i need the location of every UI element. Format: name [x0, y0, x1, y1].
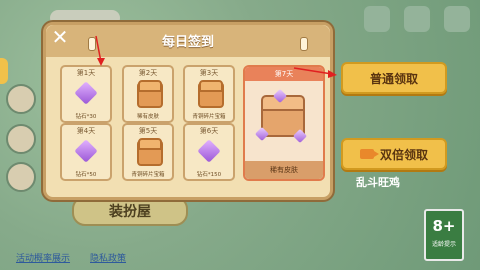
- close-icon[interactable]: ✕: [51, 27, 69, 47]
- day-label: 第5天: [138, 127, 158, 135]
- gem-icon: [74, 81, 98, 105]
- normal-claim-label: 普通领取: [369, 71, 418, 86]
- day-card-1[interactable]: 第1天 钻石*30: [60, 65, 112, 123]
- avatar[interactable]: [6, 162, 36, 192]
- topbar-icon[interactable]: [404, 6, 430, 32]
- day-reward: 稀有皮肤: [136, 114, 159, 120]
- big-chest-area: [245, 81, 323, 161]
- double-claim-button[interactable]: 双倍领取: [341, 138, 447, 170]
- day-reward: 钻石*30: [75, 114, 97, 120]
- day-reward: 稀有皮肤: [245, 161, 323, 179]
- topbar-icon[interactable]: [444, 6, 470, 32]
- topbar-icons: [364, 6, 470, 32]
- scroll-hook: [88, 37, 96, 51]
- day-label: 第2天: [138, 69, 158, 77]
- day-label: 第6天: [199, 127, 219, 135]
- day-reward: 钻石*150: [196, 172, 222, 178]
- chest-icon: [198, 80, 224, 108]
- fight-mode-label: 乱斗旺鸡: [356, 176, 400, 189]
- day-label: 第1天: [76, 69, 96, 77]
- privacy-policy-link[interactable]: 隐私政策: [90, 251, 126, 264]
- left-tab[interactable]: [0, 58, 8, 84]
- day-card-5[interactable]: 第5天 青铜碎片宝箱: [122, 123, 174, 181]
- avatar[interactable]: [6, 84, 36, 114]
- video-icon: [359, 149, 379, 159]
- activity-probability-link[interactable]: 活动概率展示: [16, 251, 70, 264]
- chest-icon: [137, 80, 163, 108]
- day-reward: 青铜碎片宝箱: [192, 114, 226, 120]
- gem-icon: [74, 139, 98, 163]
- day-card-4[interactable]: 第4天 钻石*50: [60, 123, 112, 181]
- day-card-3[interactable]: 第3天 青铜碎片宝箱: [183, 65, 235, 123]
- day-card-2[interactable]: 第2天 稀有皮肤: [122, 65, 174, 123]
- topbar-icon[interactable]: [364, 6, 390, 32]
- age-rating-note: 适龄提示: [431, 241, 456, 248]
- day-label: 第3天: [199, 69, 219, 77]
- normal-claim-button[interactable]: 普通领取: [341, 62, 447, 94]
- day-card-6[interactable]: 第6天 钻石*150: [183, 123, 235, 181]
- daily-signin-dialog: 每日签到 ✕ 第1天 钻石*30 第2天 稀有皮肤 第3天 青铜碎片宝箱 第4天…: [43, 22, 333, 200]
- day-reward: 青铜碎片宝箱: [131, 172, 165, 178]
- day-card-7[interactable]: 第7天 稀有皮肤: [243, 65, 325, 181]
- avatar[interactable]: [6, 124, 36, 154]
- age-rating-value: 8+: [432, 217, 456, 235]
- chest-icon: [137, 138, 163, 166]
- day-label: 第7天: [245, 67, 323, 81]
- dress-up-button[interactable]: 装扮屋: [72, 196, 188, 226]
- age-rating-badge: 8+ 适龄提示: [424, 209, 464, 261]
- scroll-hook: [300, 37, 308, 51]
- day-label: 第4天: [76, 127, 96, 135]
- day-reward: 钻石*50: [75, 172, 97, 178]
- double-claim-label: 双倍领取: [379, 147, 428, 162]
- gem-icon: [197, 139, 221, 163]
